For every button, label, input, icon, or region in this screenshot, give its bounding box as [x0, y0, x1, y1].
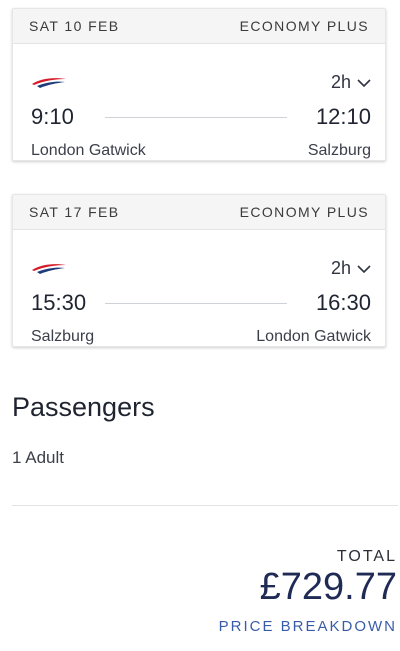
british-airways-logo-icon — [32, 264, 66, 274]
destination-airport: London Gatwick — [256, 328, 371, 345]
flight-duration: 2h — [330, 72, 351, 92]
depart-time: 9:10 — [31, 104, 74, 129]
passengers-title: Passengers — [12, 392, 155, 422]
duration-toggle[interactable]: 2h — [331, 258, 371, 279]
british-airways-logo-icon — [32, 78, 66, 88]
cabin-class: ECONOMY PLUS — [239, 18, 369, 34]
duration-toggle[interactable]: 2h — [331, 72, 371, 93]
price-breakdown-link[interactable]: PRICE BREAKDOWN — [219, 618, 397, 635]
total-label: TOTAL — [336, 548, 397, 565]
origin-airport: Salzburg — [31, 328, 95, 345]
chevron-down-icon — [357, 78, 371, 87]
origin-airport: London Gatwick — [31, 142, 146, 159]
flight-card-outbound: SAT 10 FEB ECONOMY PLUS 2h 9:10 12:10 Lo… — [12, 8, 386, 161]
passenger-summary: 1 Adult — [12, 448, 64, 467]
cabin-class: ECONOMY PLUS — [239, 204, 369, 220]
flight-card-body: 2h 9:10 12:10 London Gatwick Salzburg — [13, 44, 385, 160]
route-line — [105, 303, 287, 304]
arrive-time: 16:30 — [315, 290, 371, 315]
route-line — [105, 117, 287, 118]
destination-airport: Salzburg — [307, 142, 371, 159]
flight-card-body: 2h 15:30 16:30 Salzburg London Gatwick — [13, 230, 385, 346]
flight-duration: 2h — [330, 258, 351, 278]
depart-time: 15:30 — [31, 290, 87, 315]
chevron-down-icon — [357, 264, 371, 273]
divider — [12, 505, 398, 506]
flight-date: SAT 17 FEB — [29, 204, 120, 220]
arrive-time: 12:10 — [315, 104, 371, 129]
flight-card-return: SAT 17 FEB ECONOMY PLUS 2h 15:30 16:30 S… — [12, 194, 386, 347]
total-amount: £729.77 — [259, 566, 397, 608]
flight-date: SAT 10 FEB — [29, 18, 120, 34]
flight-card-header: SAT 10 FEB ECONOMY PLUS — [13, 9, 385, 44]
flight-card-header: SAT 17 FEB ECONOMY PLUS — [13, 195, 385, 230]
